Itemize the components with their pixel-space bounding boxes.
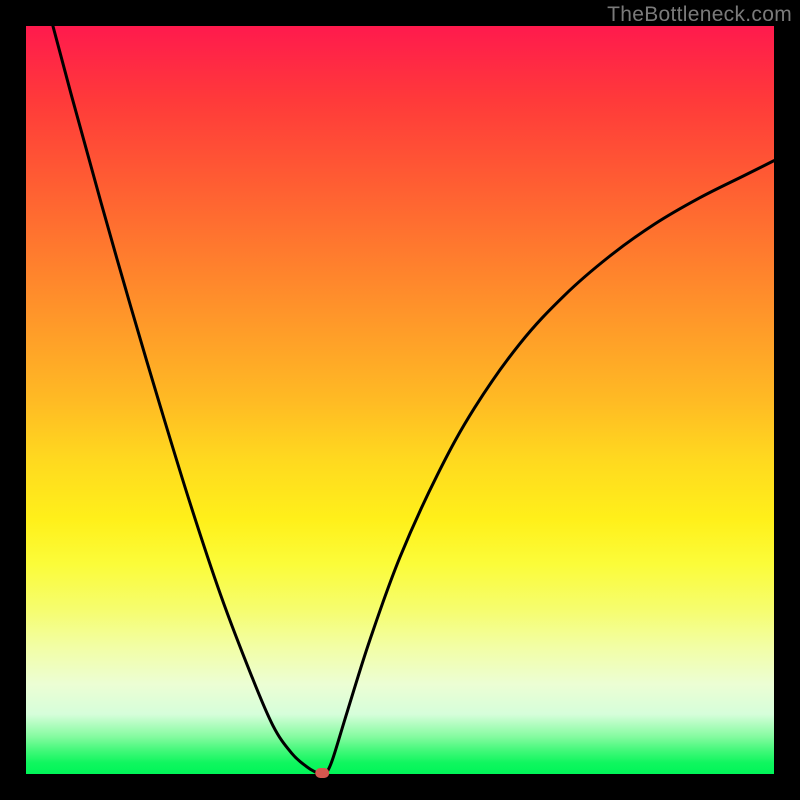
chart-frame: TheBottleneck.com (0, 0, 800, 800)
watermark-text: TheBottleneck.com (607, 3, 792, 27)
plot-background-gradient (26, 26, 774, 774)
